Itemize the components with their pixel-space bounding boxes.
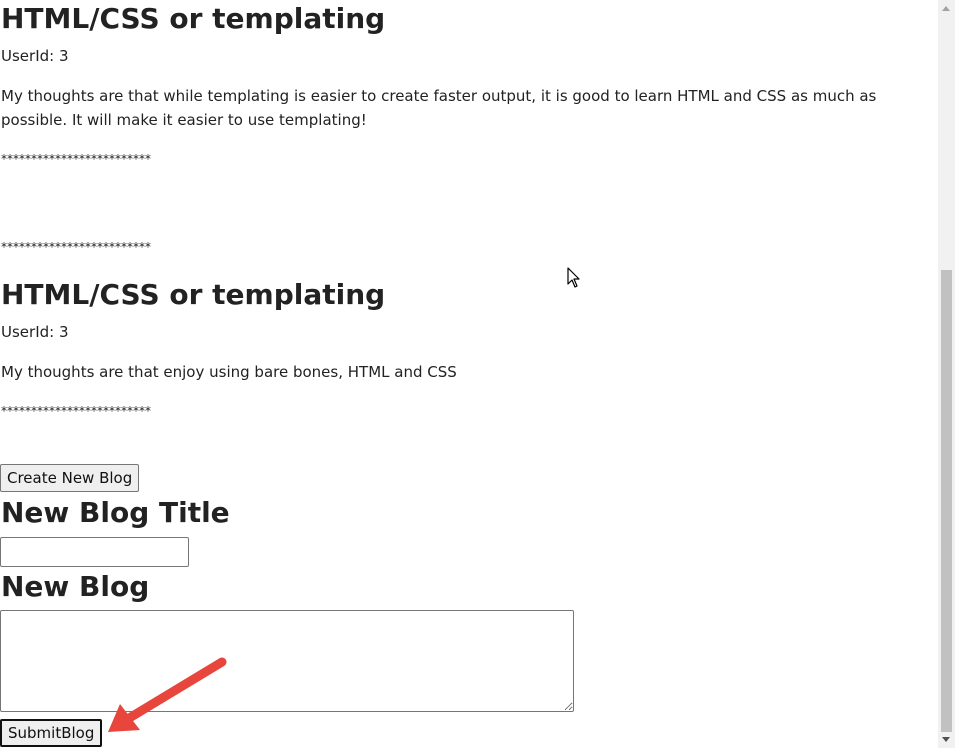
post-body: My thoughts are that enjoy using bare bo…	[1, 363, 457, 381]
submit-blog-button[interactable]: SubmitBlog	[0, 719, 103, 747]
create-new-blog-button[interactable]: Create New Blog	[0, 464, 140, 492]
post-separator-top: *************************	[1, 240, 151, 254]
mouse-pointer-icon	[567, 267, 580, 288]
red-arrow-annotation-icon	[108, 657, 227, 732]
new-blog-title-heading: New Blog Title	[1, 496, 230, 529]
scroll-down-arrow-icon[interactable]	[942, 737, 950, 742]
scroll-up-arrow-icon[interactable]	[942, 6, 950, 11]
page: HTML/CSS or templating UserId: 3 My thou…	[0, 0, 955, 748]
post-separator: *************************	[1, 404, 151, 418]
vertical-scrollbar[interactable]	[938, 0, 955, 748]
new-blog-textarea[interactable]	[0, 610, 574, 712]
post-title: HTML/CSS or templating	[1, 278, 386, 311]
new-blog-heading: New Blog	[1, 570, 150, 603]
scrollbar-thumb[interactable]	[941, 270, 952, 732]
post-user-id: UserId: 3	[1, 47, 69, 65]
post-separator: *************************	[1, 152, 151, 166]
post-body: My thoughts are that while templating is…	[1, 87, 877, 129]
new-blog-title-input[interactable]	[0, 537, 189, 567]
post-title: HTML/CSS or templating	[1, 2, 386, 35]
post-user-id: UserId: 3	[1, 323, 69, 341]
